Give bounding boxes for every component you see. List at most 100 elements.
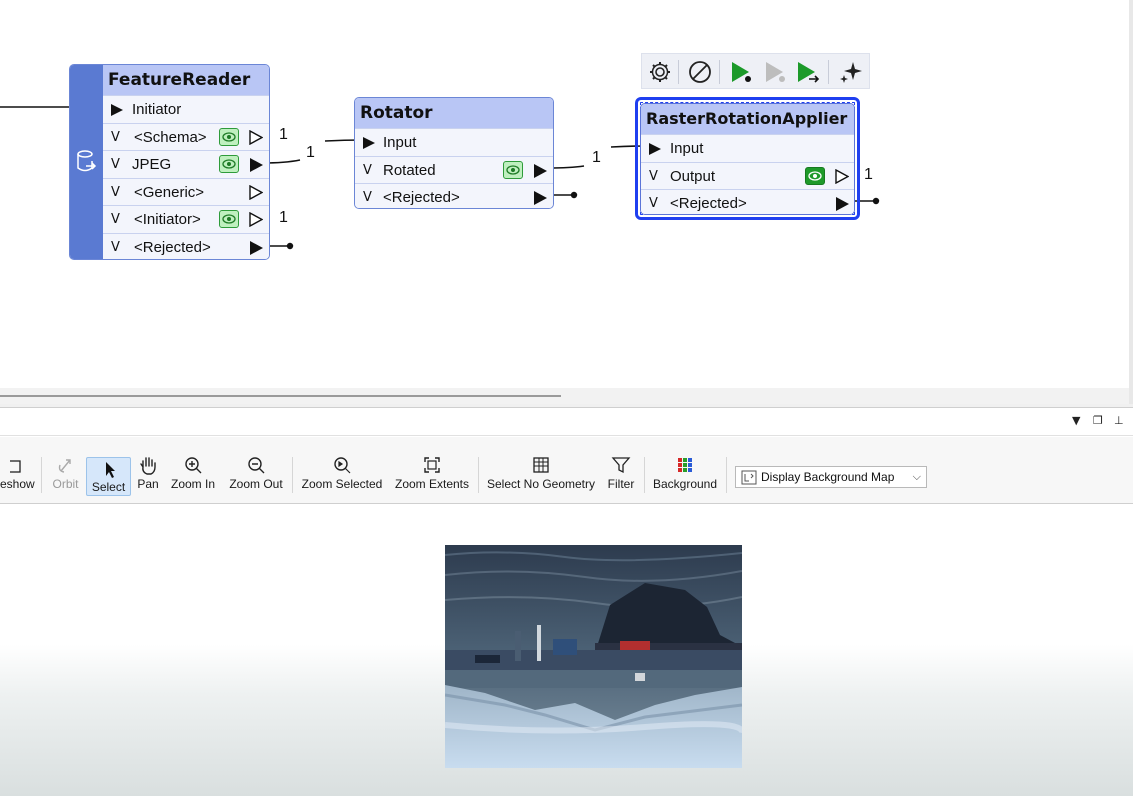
select-button[interactable]: Select bbox=[86, 457, 131, 496]
wire-rot-rejected-end bbox=[570, 191, 578, 199]
database-reader-icon bbox=[77, 150, 97, 172]
chevron-down-icon[interactable]: V bbox=[363, 157, 372, 184]
port-rejected[interactable]: V <Rejected> bbox=[103, 232, 269, 260]
output-port-arrow-icon[interactable] bbox=[534, 163, 547, 178]
zoom-in-label: Zoom In bbox=[170, 477, 215, 491]
output-port-arrow-icon[interactable] bbox=[250, 240, 263, 255]
select-no-geometry-label: Select No Geometry bbox=[486, 477, 596, 491]
workspace-canvas[interactable]: 1 1 1 1 1 FeatureReader Initiator V <Sch… bbox=[0, 0, 1133, 404]
port-label: <Schema> bbox=[134, 128, 207, 146]
input-port-arrow-icon bbox=[649, 143, 661, 155]
chevron-down-icon[interactable]: V bbox=[649, 190, 658, 214]
chevron-down-icon[interactable]: V bbox=[111, 124, 120, 151]
port-rotated[interactable]: V Rotated bbox=[355, 155, 553, 184]
node-rotator[interactable]: Rotator Input V Rotated V <Rejected> bbox=[354, 97, 554, 209]
run-from-this-icon[interactable] bbox=[794, 59, 820, 85]
port-initiator-input[interactable]: Initiator bbox=[103, 95, 269, 123]
count-jpeg: 1 bbox=[306, 144, 315, 161]
toolbar-separator bbox=[41, 457, 42, 493]
port-output[interactable]: V Output bbox=[641, 161, 854, 190]
count-rotated: 1 bbox=[592, 149, 601, 166]
eye-icon[interactable] bbox=[219, 155, 239, 173]
panel-menu-dropdown-icon[interactable]: ▼ bbox=[1072, 414, 1080, 427]
background-button[interactable]: Background bbox=[651, 455, 719, 497]
eye-icon[interactable] bbox=[219, 127, 239, 146]
chevron-down-icon[interactable]: V bbox=[363, 184, 372, 208]
chevron-down-icon[interactable]: V bbox=[111, 179, 120, 206]
port-jpeg[interactable]: V JPEG bbox=[103, 150, 269, 178]
toolbar-separator bbox=[726, 457, 727, 493]
port-label: <Initiator> bbox=[134, 211, 201, 228]
toolbar-separator bbox=[678, 60, 679, 84]
select-no-geometry-button[interactable]: Select No Geometry bbox=[485, 455, 597, 497]
toolbar-separator bbox=[644, 457, 645, 493]
zoom-selected-icon bbox=[334, 457, 351, 474]
port-schema[interactable]: V <Schema> bbox=[103, 122, 269, 151]
output-port-arrow-icon[interactable] bbox=[836, 197, 849, 211]
port-label: <Generic> bbox=[134, 183, 205, 201]
port-input[interactable]: Input bbox=[355, 128, 553, 156]
rotated-raster-image[interactable] bbox=[445, 545, 742, 768]
background-map-selected: Display Background Map bbox=[761, 470, 895, 484]
node-action-toolbar bbox=[641, 53, 870, 89]
gear-icon[interactable] bbox=[647, 59, 673, 85]
chevron-down-icon[interactable]: V bbox=[111, 151, 120, 178]
panel-pin-icon[interactable]: ⊥ bbox=[1114, 414, 1124, 427]
panel-restore-icon[interactable]: ❐ bbox=[1093, 414, 1103, 427]
run-to-this-icon[interactable] bbox=[728, 59, 754, 85]
output-port-hollow-icon[interactable] bbox=[249, 212, 263, 227]
zoom-out-button[interactable]: Zoom Out bbox=[226, 455, 286, 497]
port-rejected[interactable]: V <Rejected> bbox=[641, 189, 854, 214]
node-title[interactable]: Rotator bbox=[355, 98, 553, 128]
output-port-hollow-icon[interactable] bbox=[835, 168, 849, 184]
zoom-in-button[interactable]: Zoom In bbox=[168, 455, 218, 497]
port-generic[interactable]: V <Generic> bbox=[103, 177, 269, 206]
slideshow-icon bbox=[10, 460, 21, 473]
port-label: Input bbox=[383, 134, 417, 151]
slideshow-button[interactable]: eshow bbox=[0, 455, 35, 497]
output-port-arrow-icon[interactable] bbox=[250, 158, 263, 172]
chevron-down-icon[interactable]: V bbox=[111, 206, 120, 233]
cursor-arrow-icon bbox=[105, 462, 115, 478]
background-label: Background bbox=[652, 477, 718, 491]
orbit-button[interactable]: Orbit bbox=[48, 455, 83, 497]
eye-icon[interactable] bbox=[219, 210, 239, 228]
chevron-down-icon[interactable]: V bbox=[111, 234, 120, 260]
eye-icon[interactable] bbox=[805, 166, 825, 185]
filter-button[interactable]: Filter bbox=[603, 455, 639, 497]
eye-icon[interactable] bbox=[503, 160, 523, 179]
zoom-extents-button[interactable]: Zoom Extents bbox=[393, 455, 471, 497]
zoom-extents-icon bbox=[424, 457, 440, 473]
port-label: Input bbox=[670, 140, 704, 157]
background-map-select[interactable]: Display Background Map ⌵ bbox=[735, 466, 927, 488]
table-grid-icon bbox=[533, 457, 549, 473]
wire-fr-rejected-end bbox=[286, 242, 294, 250]
node-title[interactable]: RasterRotationApplier bbox=[641, 104, 854, 134]
filter-funnel-icon bbox=[611, 457, 631, 474]
chevron-down-icon[interactable]: V bbox=[649, 163, 658, 190]
vertical-scrollbar[interactable] bbox=[1129, 0, 1133, 404]
disable-icon[interactable] bbox=[687, 59, 713, 85]
run-disabled-icon[interactable] bbox=[762, 59, 788, 85]
port-label: Initiator bbox=[132, 101, 182, 118]
pan-button[interactable]: Pan bbox=[134, 455, 162, 497]
port-initiator-output[interactable]: V <Initiator> bbox=[103, 205, 269, 233]
scrollbar-thumb[interactable] bbox=[0, 395, 561, 397]
sparkle-icon[interactable] bbox=[838, 59, 864, 85]
node-rasterrotationapplier[interactable]: RasterRotationApplier Input V Output V <… bbox=[640, 103, 855, 215]
node-title[interactable]: FeatureReader bbox=[103, 65, 269, 95]
zoom-selected-button[interactable]: Zoom Selected bbox=[300, 455, 384, 497]
geometry-viewport[interactable] bbox=[0, 505, 1133, 796]
node-featurereader[interactable]: FeatureReader Initiator V <Schema> V JPE… bbox=[69, 64, 270, 260]
map-icon bbox=[741, 470, 757, 485]
port-rejected[interactable]: V <Rejected> bbox=[355, 183, 553, 208]
output-port-hollow-icon[interactable] bbox=[249, 184, 263, 200]
output-port-arrow-icon[interactable] bbox=[534, 191, 547, 205]
toolbar-separator bbox=[292, 457, 293, 493]
input-port-arrow-icon bbox=[363, 137, 375, 149]
chevron-down-icon[interactable]: ⌵ bbox=[913, 467, 921, 487]
output-port-hollow-icon[interactable] bbox=[249, 129, 263, 145]
port-input[interactable]: Input bbox=[641, 134, 854, 162]
reader-sidebar bbox=[70, 65, 103, 259]
select-label: Select bbox=[91, 480, 126, 494]
